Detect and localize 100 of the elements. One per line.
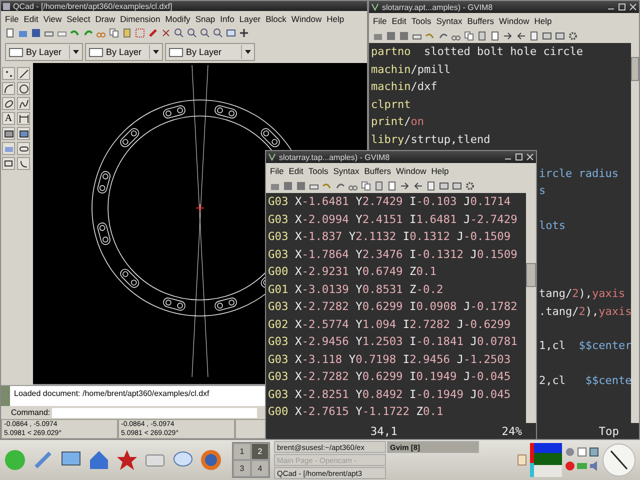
alert-icon[interactable] xyxy=(565,461,575,471)
menu-item[interactable]: Tools xyxy=(411,16,432,26)
code-line: G03 X-1.837 Y2.1132 I0.1312 J-0.1509 xyxy=(268,230,511,243)
pen-dropdown[interactable]: By Layer xyxy=(165,43,255,61)
select-window-icon[interactable] xyxy=(4,158,14,168)
menu-item[interactable]: Block xyxy=(266,14,286,24)
circle-icon[interactable] xyxy=(18,84,28,94)
close-icon[interactable] xyxy=(526,153,534,161)
code-line: G00 X-2.7615 Y-1.1722 Z0.1 xyxy=(268,405,444,418)
chain-icon[interactable] xyxy=(18,144,28,154)
document-icon[interactable] xyxy=(490,31,500,41)
scrollbar[interactable] xyxy=(526,193,536,423)
menu-item[interactable]: Help xyxy=(326,14,344,24)
menu-item[interactable]: File xyxy=(270,166,284,176)
code-line: lots xyxy=(539,218,566,232)
scrollbar[interactable] xyxy=(33,384,265,385)
document-icon[interactable] xyxy=(426,181,436,191)
copy-icon[interactable] xyxy=(361,181,371,191)
code-line: s xyxy=(539,184,546,198)
app-icon[interactable] xyxy=(268,153,276,161)
copy-icon[interactable] xyxy=(464,31,474,41)
menu-item[interactable]: Edit xyxy=(288,166,304,176)
left-arrow-icon[interactable] xyxy=(516,31,526,41)
copy-icon[interactable] xyxy=(109,28,119,38)
new-file-icon[interactable] xyxy=(5,28,15,38)
arc-icon[interactable] xyxy=(4,84,14,94)
gear-icon[interactable] xyxy=(465,181,475,191)
cursor-position: 34,1 xyxy=(370,424,398,438)
menu-item[interactable]: Edit xyxy=(392,16,406,26)
document-icon[interactable] xyxy=(577,447,587,457)
command-label: Command: xyxy=(11,408,50,417)
menu-item[interactable]: File xyxy=(373,16,387,26)
menu-item[interactable]: Draw xyxy=(95,14,116,24)
menu-item[interactable]: Syntax xyxy=(436,16,462,26)
move-arrows-icon[interactable] xyxy=(239,28,249,38)
menu-item[interactable]: File xyxy=(5,14,19,24)
app-icon[interactable] xyxy=(3,2,10,10)
speaker-icon[interactable] xyxy=(589,461,599,471)
hatch-icon[interactable] xyxy=(4,128,14,138)
desktop-pager-button[interactable]: 1 xyxy=(233,443,251,460)
menu-item[interactable]: Buffers xyxy=(467,16,494,26)
magnifier-icon[interactable] xyxy=(187,28,197,38)
ellipse-icon[interactable] xyxy=(4,98,14,108)
code-line: G03 X-1.6481 Y2.7429 I-0.103 J0.1714 xyxy=(268,195,511,208)
caret-icon[interactable] xyxy=(73,49,79,55)
menu-item[interactable]: Snap xyxy=(195,14,216,24)
desktop-pager-button[interactable]: 3 xyxy=(233,460,251,477)
desktop-pager-button[interactable]: 2 xyxy=(251,443,269,460)
menu-item[interactable]: Dimension xyxy=(120,14,160,24)
menu-item[interactable]: Edit xyxy=(24,14,38,24)
scrollbar[interactable] xyxy=(631,43,639,423)
menu-item[interactable]: Info xyxy=(220,14,234,24)
curve-icon[interactable] xyxy=(18,158,28,168)
magnifier-icon[interactable] xyxy=(213,28,223,38)
right-arrow-icon[interactable] xyxy=(503,31,513,41)
magnifier-icon[interactable] xyxy=(200,28,210,38)
window-icon[interactable] xyxy=(226,28,236,38)
text-tool-button[interactable]: A xyxy=(2,112,15,125)
star-icon[interactable] xyxy=(116,449,138,471)
menu-item[interactable]: Modify xyxy=(165,14,190,24)
menu-item[interactable]: Window xyxy=(498,16,530,26)
maximize-icon[interactable] xyxy=(618,3,626,11)
menu-item[interactable]: Buffers xyxy=(364,166,391,176)
pen-dropdown[interactable]: By Layer xyxy=(5,43,83,61)
house-icon[interactable] xyxy=(88,449,110,471)
menu-item[interactable]: Help xyxy=(534,16,552,26)
desktop-pager-button[interactable]: 4 xyxy=(251,460,269,477)
dots-icon[interactable] xyxy=(4,68,14,78)
menu-item[interactable]: Help xyxy=(431,166,449,176)
line-icon[interactable] xyxy=(18,68,28,78)
maximize-icon[interactable] xyxy=(515,153,523,161)
document-icon[interactable] xyxy=(529,31,539,41)
caret-icon[interactable] xyxy=(153,49,159,55)
dimension-icon[interactable] xyxy=(18,114,28,124)
pen-dropdown[interactable]: By Layer xyxy=(85,43,163,61)
right-arrow-icon[interactable] xyxy=(400,181,410,191)
menu-item[interactable]: Syntax xyxy=(333,166,360,176)
window-title: slotarray.tap...amples) - GVIM8 xyxy=(279,152,391,162)
code-line: G03 X-1.7864 Y2.3476 I-0.1312 J0.1509 xyxy=(268,248,518,260)
code-line: libry/strtup,tlend xyxy=(371,132,490,146)
caret-icon[interactable] xyxy=(245,49,251,55)
menu-item[interactable]: View xyxy=(43,14,62,24)
code-line: machin/pmill xyxy=(371,62,450,76)
document-icon[interactable] xyxy=(387,181,397,191)
close-icon[interactable] xyxy=(629,3,637,11)
menu-item[interactable]: Tools xyxy=(308,166,328,176)
menu-item[interactable]: Window xyxy=(291,14,322,24)
menu-item[interactable]: Select xyxy=(66,14,90,24)
grid-icon[interactable] xyxy=(135,28,145,38)
window-icon[interactable] xyxy=(589,447,599,457)
menu-item[interactable]: Layer xyxy=(239,14,261,24)
gear-icon[interactable] xyxy=(568,31,578,41)
magnifier-icon[interactable] xyxy=(174,28,184,38)
command-input[interactable] xyxy=(52,408,258,418)
left-arrow-icon[interactable] xyxy=(413,181,423,191)
image-icon[interactable] xyxy=(18,128,28,138)
menu-item[interactable]: Window xyxy=(396,166,426,176)
globe-icon[interactable] xyxy=(200,449,222,471)
curve-icon[interactable] xyxy=(18,98,28,108)
app-icon[interactable] xyxy=(371,3,379,11)
